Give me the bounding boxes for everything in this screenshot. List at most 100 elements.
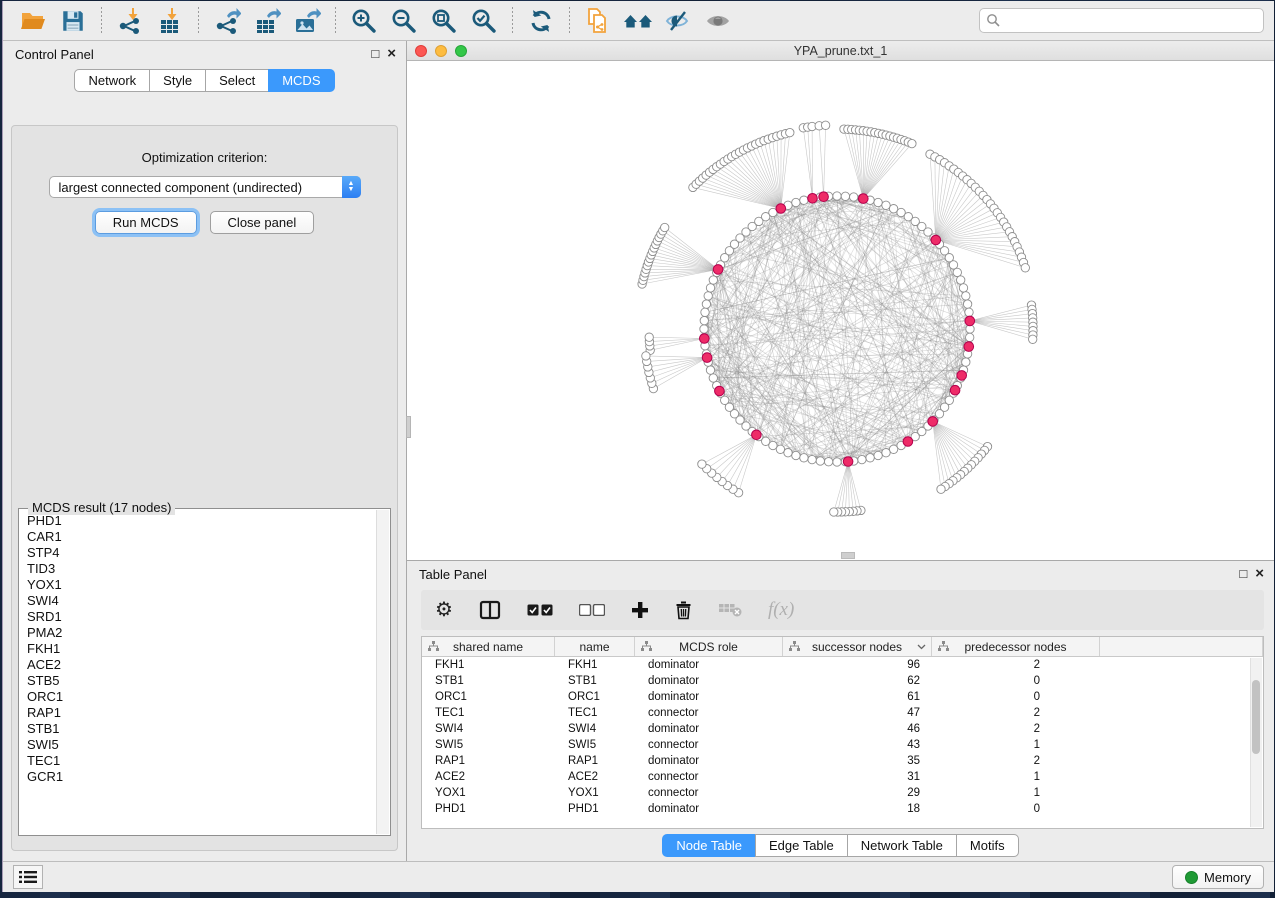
- table-cell: YOX1: [422, 785, 555, 801]
- mcds-result-item[interactable]: ACE2: [27, 657, 376, 673]
- import-network-icon[interactable]: [113, 6, 147, 36]
- table-row[interactable]: SWI4SWI4dominator462: [422, 721, 1263, 737]
- mcds-result-item[interactable]: SRD1: [27, 609, 376, 625]
- table-row[interactable]: PHD1PHD1dominator180: [422, 801, 1263, 817]
- float-panel-icon[interactable]: □: [371, 48, 379, 60]
- mcds-result-item[interactable]: SWI4: [27, 593, 376, 609]
- table-scrollbar[interactable]: [1250, 658, 1262, 827]
- mcds-result-item[interactable]: PMA2: [27, 625, 376, 641]
- tab-network-table[interactable]: Network Table: [847, 834, 957, 857]
- zoom-in-icon[interactable]: [347, 6, 381, 36]
- show-columns-icon[interactable]: [479, 600, 501, 620]
- mcds-result-item[interactable]: SWI5: [27, 737, 376, 753]
- table-cell: 0: [932, 801, 1100, 817]
- select-all-icon[interactable]: [527, 604, 553, 616]
- table-cell: 35: [783, 753, 932, 769]
- mcds-result-list[interactable]: PHD1CAR1STP4TID3YOX1SWI4SRD1PMA2FKH1ACE2…: [27, 513, 376, 833]
- column-header[interactable]: name: [555, 637, 635, 656]
- column-header[interactable]: shared name: [422, 637, 555, 656]
- column-header[interactable]: predecessor nodes: [932, 637, 1100, 656]
- export-table-icon[interactable]: [250, 6, 284, 36]
- network-titlebar[interactable]: YPA_prune.txt_1: [407, 41, 1274, 61]
- mcds-result-item[interactable]: YOX1: [27, 577, 376, 593]
- toolbar-separator: [198, 7, 199, 35]
- table-row[interactable]: YOX1YOX1connector291: [422, 785, 1263, 801]
- table-cell: dominator: [635, 657, 783, 673]
- table-cell: 2: [932, 657, 1100, 673]
- divider-grip[interactable]: [841, 552, 855, 559]
- tab-node-table[interactable]: Node Table: [662, 834, 756, 857]
- table-scrollbar-thumb[interactable]: [1252, 680, 1260, 754]
- close-panel-icon[interactable]: ×: [1255, 568, 1264, 580]
- main-toolbar: [3, 1, 1274, 41]
- home-icon[interactable]: [621, 6, 655, 36]
- zoom-selected-icon[interactable]: [467, 6, 501, 36]
- export-image-icon[interactable]: [290, 6, 324, 36]
- import-table-icon[interactable]: [153, 6, 187, 36]
- table-cell: 43: [783, 737, 932, 753]
- add-column-icon[interactable]: [631, 601, 649, 619]
- network-graph[interactable]: [407, 61, 1273, 559]
- divider-grip[interactable]: [406, 416, 411, 438]
- birdseye-view-icon[interactable]: [701, 6, 735, 36]
- run-mcds-button[interactable]: Run MCDS: [95, 211, 197, 234]
- mcds-result-item[interactable]: STP4: [27, 545, 376, 561]
- search-box[interactable]: [979, 8, 1264, 33]
- table-row[interactable]: SWI5SWI5connector431: [422, 737, 1263, 753]
- mcds-result-item[interactable]: CAR1: [27, 529, 376, 545]
- mcds-result-item[interactable]: STB5: [27, 673, 376, 689]
- memory-label: Memory: [1204, 870, 1251, 885]
- mcds-result-item[interactable]: GCR1: [27, 769, 376, 785]
- zoom-out-icon[interactable]: [387, 6, 421, 36]
- deselect-all-icon[interactable]: [579, 604, 605, 616]
- show-graphics-details-icon[interactable]: [661, 6, 695, 36]
- search-input[interactable]: [1001, 14, 1257, 28]
- table-cell: 29: [783, 785, 932, 801]
- close-panel-button[interactable]: Close panel: [210, 211, 315, 234]
- tab-edge-table[interactable]: Edge Table: [755, 834, 848, 857]
- cytoscape-window: Control Panel □ × Network Style Select M…: [2, 1, 1274, 892]
- mcds-result-item[interactable]: RAP1: [27, 705, 376, 721]
- tab-style[interactable]: Style: [149, 69, 206, 92]
- delete-column-icon[interactable]: [675, 600, 692, 620]
- table-row[interactable]: TEC1TEC1connector472: [422, 705, 1263, 721]
- table-cell: 2: [932, 753, 1100, 769]
- node-table-body: FKH1FKH1dominator962STB1STB1dominator620…: [422, 657, 1263, 817]
- float-panel-icon[interactable]: □: [1239, 568, 1247, 580]
- column-header[interactable]: successor nodes: [783, 637, 932, 656]
- save-session-icon[interactable]: [56, 6, 90, 36]
- table-cell: 1: [932, 737, 1100, 753]
- table-cell: FKH1: [555, 657, 635, 673]
- task-history-button[interactable]: [13, 865, 43, 889]
- mcds-result-item[interactable]: ORC1: [27, 689, 376, 705]
- mcds-result-scrollbar[interactable]: [376, 510, 389, 834]
- table-row[interactable]: STB1STB1dominator620: [422, 673, 1263, 689]
- close-panel-icon[interactable]: ×: [387, 48, 396, 60]
- function-builder-icon[interactable]: f(x): [768, 599, 794, 621]
- optimization-criterion-select[interactable]: largest connected component (undirected)…: [49, 176, 361, 198]
- tab-select[interactable]: Select: [205, 69, 269, 92]
- column-header[interactable]: MCDS role: [635, 637, 783, 656]
- memory-button[interactable]: Memory: [1172, 865, 1264, 889]
- toolbar-separator: [101, 7, 102, 35]
- table-row[interactable]: FKH1FKH1dominator962: [422, 657, 1263, 673]
- open-file-icon[interactable]: [16, 6, 50, 36]
- network-canvas[interactable]: [407, 61, 1274, 560]
- mcds-result-item[interactable]: TEC1: [27, 753, 376, 769]
- tab-network[interactable]: Network: [74, 69, 150, 92]
- refresh-icon[interactable]: [524, 6, 558, 36]
- table-settings-icon[interactable]: ⚙: [435, 600, 453, 620]
- mcds-result-item[interactable]: PHD1: [27, 513, 376, 529]
- delete-table-icon[interactable]: [718, 602, 742, 618]
- copy-style-icon[interactable]: [581, 6, 615, 36]
- table-row[interactable]: RAP1RAP1dominator352: [422, 753, 1263, 769]
- mcds-result-item[interactable]: TID3: [27, 561, 376, 577]
- mcds-result-item[interactable]: FKH1: [27, 641, 376, 657]
- zoom-fit-icon[interactable]: [427, 6, 461, 36]
- table-row[interactable]: ACE2ACE2connector311: [422, 769, 1263, 785]
- mcds-result-item[interactable]: STB1: [27, 721, 376, 737]
- tab-mcds[interactable]: MCDS: [268, 69, 334, 92]
- tab-motifs[interactable]: Motifs: [956, 834, 1019, 857]
- table-row[interactable]: ORC1ORC1dominator610: [422, 689, 1263, 705]
- export-network-icon[interactable]: [210, 6, 244, 36]
